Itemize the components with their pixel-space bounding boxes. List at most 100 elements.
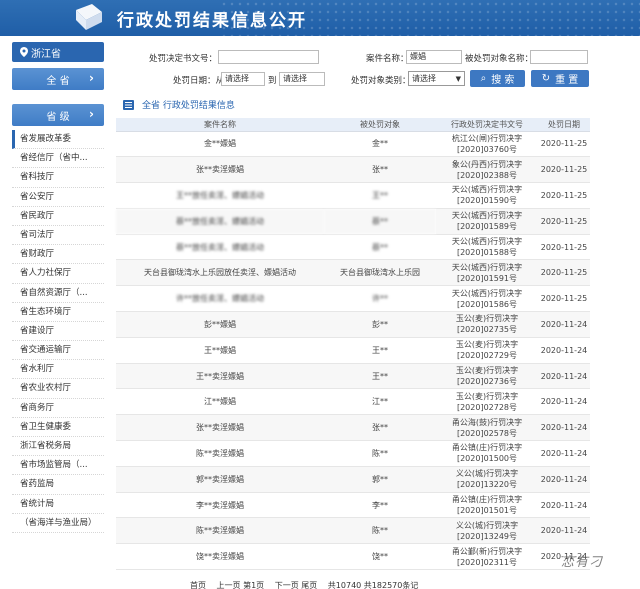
sidebar-item[interactable]: 浙江省税务局 [12,437,104,457]
table-row[interactable]: 天台县御珑湾水上乐园放任卖淫、嫖娼活动 天台县御珑湾水上乐园 天公(城西)行罚决字[… [116,259,590,287]
table-row[interactable]: 王**卖淫嫖娼 王** 玉公(麦)行罚决字[2020]02736号 2020-11-2… [116,363,590,390]
sidebar-item[interactable]: 省建设厅 [12,322,104,342]
table-row[interactable]: 王**嫖娼 王** 玉公(麦)行罚决字[2020]02729号 2020-11-24 [116,337,590,364]
all-province-button[interactable]: 全 省 › [12,68,104,90]
province-level-button[interactable]: 省 级 › [12,104,104,126]
sidebar-item[interactable]: 省统计局 [12,495,104,514]
cell-date: 2020-11-25 [538,131,590,158]
cell-doc-number: 杭江公(闸)行罚决字[2020]03760号 [436,131,538,158]
cell-doc-number: 甬公海(鼓)行罚决字[2020]02578号 [436,414,538,442]
sidebar-item[interactable]: 省交通运输厅 [12,341,104,361]
table-row[interactable]: 李**卖淫嫖娼 李** 甬公镇(庄)行罚决字[2020]01501号 2020-11-… [116,492,590,519]
target-name-label: 被处罚对象名称： [465,54,534,64]
table-row[interactable]: 陈**卖淫嫖娼 陈** 甬公镇(庄)行罚决字[2020]01500号 2020-11-… [116,440,590,467]
cell-case-name[interactable]: 陈**卖淫嫖娼 [116,440,324,467]
page-title: 行政处罚结果信息公开 [117,11,307,31]
cell-doc-number: 天公(城西)行罚决字[2020]01589号 [436,208,538,235]
table-row[interactable]: 饶**卖淫嫖娼 饶** 甬公鄞(新)行罚决字[2020]02311号 2020-11-… [116,543,590,571]
cell-date: 2020-11-24 [538,466,590,493]
cell-target: 天台县御珑湾水上乐园 [324,259,436,287]
province-level-label: 省 级 [46,111,70,123]
sidebar-item[interactable]: 省生态环境厅 [12,303,104,322]
decision-no-input[interactable] [218,50,319,64]
cell-case-name[interactable]: 李**卖淫嫖娼 [116,492,324,519]
sidebar-item[interactable]: 省经信厅（省中... [12,149,104,169]
search-button[interactable]: ⌕ 搜 索 [470,70,525,87]
cell-doc-number: 天公(城西)行罚决字[2020]01586号 [436,285,538,313]
cell-case-name[interactable]: 彭**嫖娼 [116,311,324,338]
table-row[interactable]: 彭**嫖娼 彭** 玉公(麦)行罚决字[2020]02735号 2020-11-24 [116,311,590,338]
list-icon [123,99,134,110]
sidebar-item[interactable]: 省自然资源厅（... [12,284,104,303]
sidebar-item[interactable]: 省司法厅 [12,226,104,246]
sidebar-item[interactable]: 省药监局 [12,475,104,495]
table-row[interactable]: 陈**卖淫嫖娼 陈** 义公(城)行罚决字[2020]13249号 2020-11-2… [116,517,590,545]
sidebar-item[interactable]: 省农业农村厅 [12,379,104,399]
cell-doc-number: 义公(城)行罚决字[2020]13249号 [436,517,538,545]
date-to-input[interactable]: 请选择 [279,72,325,86]
cell-case-name[interactable]: 王**放任卖淫、嫖娼活动 [116,182,324,209]
target-type-select[interactable]: 请选择 ▼ [408,71,465,86]
cell-target: 蔡** [324,208,436,235]
sidebar-item[interactable]: 省人力社保厅 [12,264,104,284]
cell-date: 2020-11-24 [538,337,590,364]
table-row[interactable]: 张**卖淫嫖娼 张** 象公(丹西)行罚决字[2020]02388号 2020-11-… [116,156,590,184]
cell-date: 2020-11-24 [538,311,590,338]
cell-date: 2020-11-24 [538,492,590,519]
date-from-input[interactable]: 请选择 [221,72,265,86]
cell-case-name[interactable]: 郭**卖淫嫖娼 [116,466,324,493]
cell-case-name[interactable]: 饶**卖淫嫖娼 [116,543,324,571]
table-row[interactable]: 金**嫖娼 金** 杭江公(闸)行罚决字[2020]03760号 2020-11-25 [116,131,590,158]
cell-case-name[interactable]: 江**嫖娼 [116,388,324,416]
sidebar-item[interactable]: 省民政厅 [12,207,104,226]
cell-target: 许** [324,285,436,313]
cell-case-name[interactable]: 王**卖淫嫖娼 [116,363,324,390]
sidebar-item[interactable]: 省商务厅 [12,399,104,418]
cell-case-name[interactable]: 张**卖淫嫖娼 [116,414,324,442]
cell-date: 2020-11-24 [538,363,590,390]
cell-doc-number: 甬公镇(庄)行罚决字[2020]01500号 [436,440,538,467]
table-row[interactable]: 许**放任卖淫、嫖娼活动 许** 天公(城西)行罚决字[2020]01586号 202… [116,285,590,313]
target-type-value: 请选择 [412,74,436,83]
table-row[interactable]: 蔡**放任卖淫、嫖娼活动 蔡** 天公(城西)行罚决字[2020]01589号 202… [116,208,590,235]
target-name-input[interactable] [530,50,588,64]
province-tab[interactable]: 浙江省 [12,42,104,62]
cell-case-name[interactable]: 许**放任卖淫、嫖娼活动 [116,285,324,313]
reset-button[interactable]: ↻ 重 置 [531,70,589,87]
cell-case-name[interactable]: 天台县御珑湾水上乐园放任卖淫、嫖娼活动 [116,259,324,287]
table-row[interactable]: 郭**卖淫嫖娼 郭** 义公(城)行罚决字[2020]13220号 2020-11-2… [116,466,590,493]
case-name-input[interactable]: 嫖娼 [406,50,462,64]
province-label: 浙江省 [31,48,61,60]
reset-button-label: 重 置 [555,75,579,86]
cell-date: 2020-11-25 [538,285,590,313]
cell-target: 张** [324,414,436,442]
cell-target: 王** [324,363,436,390]
sidebar-item[interactable]: 省财政厅 [12,245,104,265]
sidebar-item[interactable]: 省市场监管局（... [12,456,104,476]
table-row[interactable]: 蔡**放任卖淫、嫖娼活动 蔡** 天公(城西)行罚决字[2020]01588号 202… [116,234,590,261]
table-row[interactable]: 江**嫖娼 江** 玉公(麦)行罚决字[2020]02728号 2020-11-24 [116,388,590,416]
sidebar-item[interactable]: 省卫生健康委 [12,418,104,437]
cell-case-name[interactable]: 陈**卖淫嫖娼 [116,517,324,545]
cell-doc-number: 象公(丹西)行罚决字[2020]02388号 [436,156,538,184]
sidebar-item[interactable]: 省发展改革委 [12,130,104,150]
cell-case-name[interactable]: 蔡**放任卖淫、嫖娼活动 [116,208,324,235]
chevron-down-icon: ▼ [455,75,461,83]
table-row[interactable]: 王**放任卖淫、嫖娼活动 王** 天公(城西)行罚决字[2020]01590号 202… [116,182,590,209]
cell-case-name[interactable]: 金**嫖娼 [116,131,324,158]
date-range-label: 处罚日期：从 [173,76,225,86]
cell-case-name[interactable]: 张**卖淫嫖娼 [116,156,324,184]
sidebar-item[interactable]: 省水利厅 [12,360,104,380]
sidebar-item[interactable]: （省海洋与渔业局） [12,514,104,533]
chevron-right-icon: › [89,107,94,121]
cell-case-name[interactable]: 蔡**放任卖淫、嫖娼活动 [116,234,324,261]
header-banner: 行政处罚结果信息公开 [0,0,640,36]
cell-case-name[interactable]: 王**嫖娼 [116,337,324,364]
pagination[interactable]: 首页 上一页 第1页 下一页 尾页 共10740 共182570条记 [190,580,418,589]
sidebar-item[interactable]: 省公安厅 [12,188,104,207]
cell-doc-number: 天公(城西)行罚决字[2020]01588号 [436,234,538,261]
table-row[interactable]: 张**卖淫嫖娼 张** 甬公海(鼓)行罚决字[2020]02578号 2020-11-… [116,414,590,442]
sidebar-item[interactable]: 省科技厅 [12,168,104,188]
breadcrumb-text[interactable]: 全省 行政处罚结果信息 [142,98,235,111]
cell-doc-number: 玉公(麦)行罚决字[2020]02736号 [436,363,538,390]
